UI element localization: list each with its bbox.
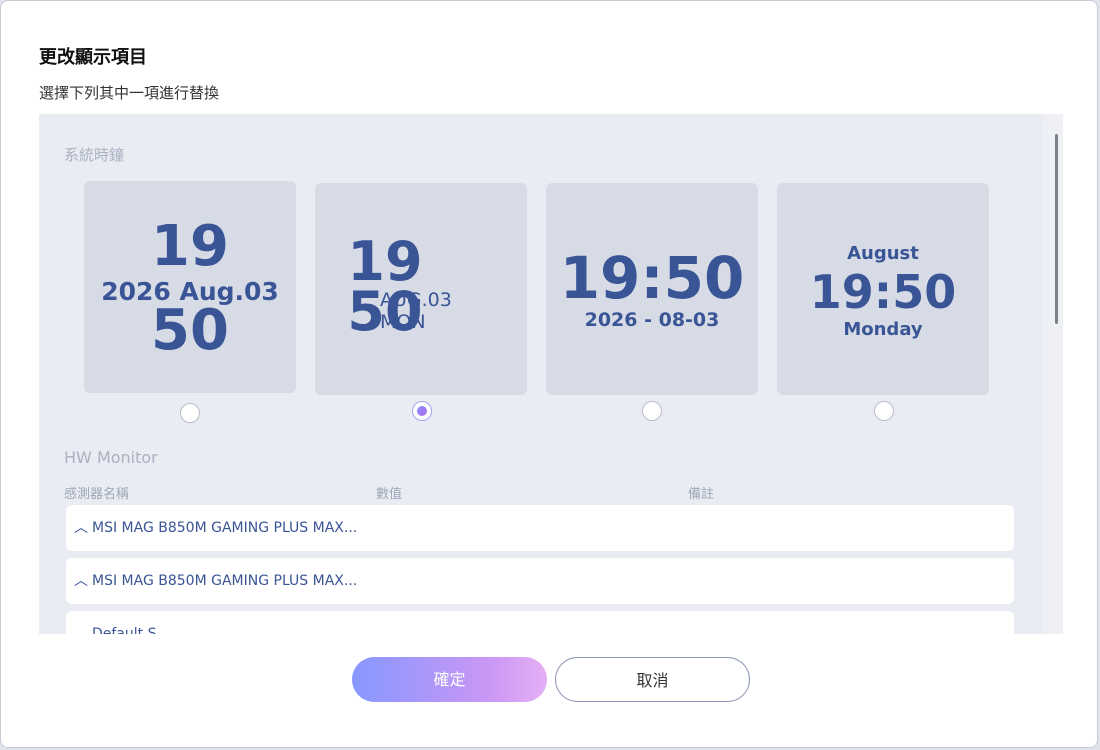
clock-time: 19:50 xyxy=(809,265,957,319)
clock-weekday: Monday xyxy=(843,319,923,340)
clock-option-2-radio[interactable] xyxy=(412,401,432,421)
scrollbar-thumb[interactable] xyxy=(1055,134,1058,324)
chevron-up-icon[interactable]: ︿ xyxy=(72,519,90,537)
hw-monitor-label: HW Monitor xyxy=(64,448,158,467)
sensor-name: MSI MAG B850M GAMING PLUS MAX... xyxy=(92,573,358,589)
options-panel: 系統時鐘 19 2026 Aug.03 50 19 50 AUG.03 MON … xyxy=(39,114,1063,634)
scrollbar[interactable] xyxy=(1043,114,1063,634)
clock-option-1-radio[interactable] xyxy=(180,403,200,423)
system-clock-label: 系統時鐘 xyxy=(64,146,125,164)
clock-option-1[interactable]: 19 2026 Aug.03 50 xyxy=(84,181,296,393)
dialog-subtitle: 選擇下列其中一項進行替換 xyxy=(39,84,220,102)
clock-option-4[interactable]: August 19:50 Monday xyxy=(777,183,989,395)
clock-minute: 50 xyxy=(151,298,229,363)
clock-date: AUG.03 xyxy=(380,289,452,311)
column-sensor-name: 感測器名稱 xyxy=(64,487,130,502)
chevron-up-icon[interactable]: ︿ xyxy=(72,572,90,590)
clock-time: 19:50 xyxy=(559,244,745,312)
change-display-dialog: 更改顯示項目 選擇下列其中一項進行替換 系統時鐘 19 2026 Aug.03 … xyxy=(0,0,1098,748)
hw-monitor-row[interactable]: ︿ MSI MAG B850M GAMING PLUS MAX... xyxy=(66,505,1014,551)
dialog-title: 更改顯示項目 xyxy=(39,47,147,68)
sensor-name: Default S... xyxy=(92,626,170,634)
cancel-button[interactable]: 取消 xyxy=(555,657,750,702)
clock-month: August xyxy=(847,243,919,264)
hw-monitor-row[interactable]: ︿ Default S... xyxy=(66,611,1014,634)
chevron-up-icon[interactable]: ︿ xyxy=(72,625,90,634)
clock-option-2[interactable]: 19 50 AUG.03 MON xyxy=(315,183,527,395)
column-note: 備註 xyxy=(688,487,715,502)
confirm-button[interactable]: 確定 xyxy=(352,657,547,702)
clock-option-4-radio[interactable] xyxy=(874,401,894,421)
column-value: 數值 xyxy=(376,487,403,502)
clock-option-3-radio[interactable] xyxy=(642,401,662,421)
sensor-name: MSI MAG B850M GAMING PLUS MAX... xyxy=(92,520,358,536)
clock-weekday: MON xyxy=(380,311,426,333)
clock-date: 2026 - 08-03 xyxy=(584,309,720,331)
hw-monitor-row[interactable]: ︿ MSI MAG B850M GAMING PLUS MAX... xyxy=(66,558,1014,604)
clock-hour: 19 xyxy=(151,214,229,279)
clock-option-3[interactable]: 19:50 2026 - 08-03 xyxy=(546,183,758,395)
